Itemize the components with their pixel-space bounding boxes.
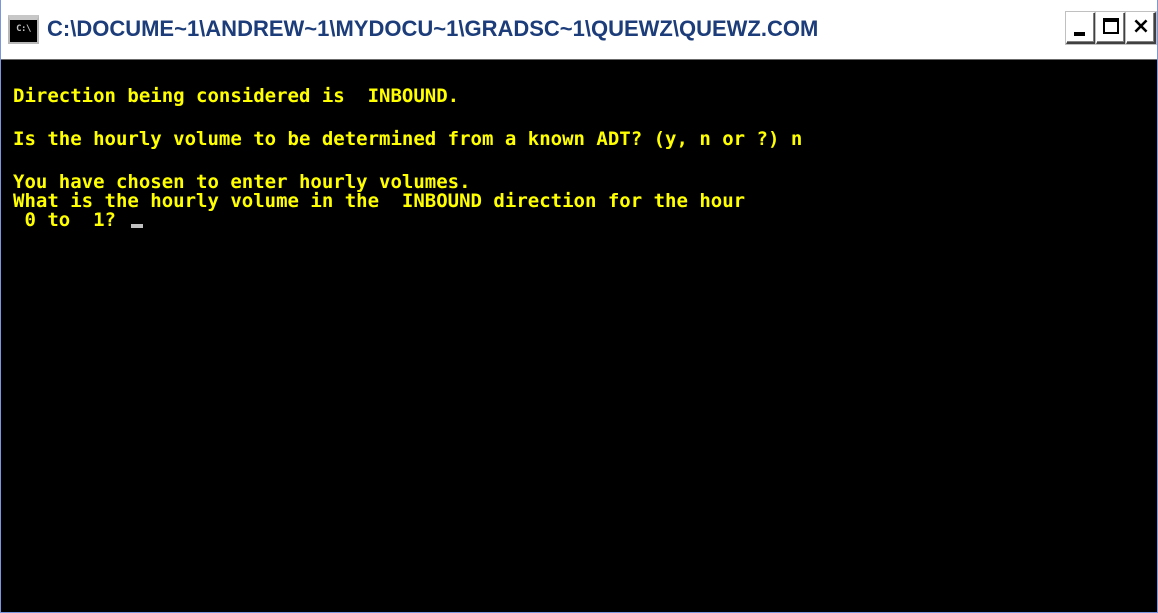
console-line-adt-question: Is the hourly volume to be determined fr…: [13, 128, 803, 150]
console-output[interactable]: Direction being considered is INBOUND. I…: [1, 60, 1157, 612]
close-button[interactable]: ×: [1126, 12, 1156, 44]
maximize-icon: [1103, 18, 1119, 34]
maximize-button[interactable]: [1096, 12, 1126, 44]
title-bar[interactable]: C:\ C:\DOCUME~1\ANDREW~1\MYDOCU~1\GRADSC…: [1, 0, 1157, 60]
console-line-chosen-hourly: You have chosen to enter hourly volumes.: [13, 171, 471, 193]
window-title: C:\DOCUME~1\ANDREW~1\MYDOCU~1\GRADSC~1\Q…: [47, 16, 819, 41]
console-line-volume-question: What is the hourly volume in the INBOUND…: [13, 190, 746, 212]
console-line-direction: Direction being considered is INBOUND.: [13, 85, 460, 107]
console-prompt-line[interactable]: 0 to 1?: [13, 209, 144, 231]
minimize-icon: [1074, 32, 1085, 36]
minimize-button[interactable]: [1066, 12, 1096, 44]
command-prompt-icon[interactable]: C:\: [8, 15, 39, 44]
console-window: C:\ C:\DOCUME~1\ANDREW~1\MYDOCU~1\GRADSC…: [0, 0, 1158, 613]
console-prompt-text: 0 to 1?: [13, 209, 128, 231]
close-icon: ×: [1131, 14, 1151, 39]
text-cursor: [131, 224, 144, 228]
